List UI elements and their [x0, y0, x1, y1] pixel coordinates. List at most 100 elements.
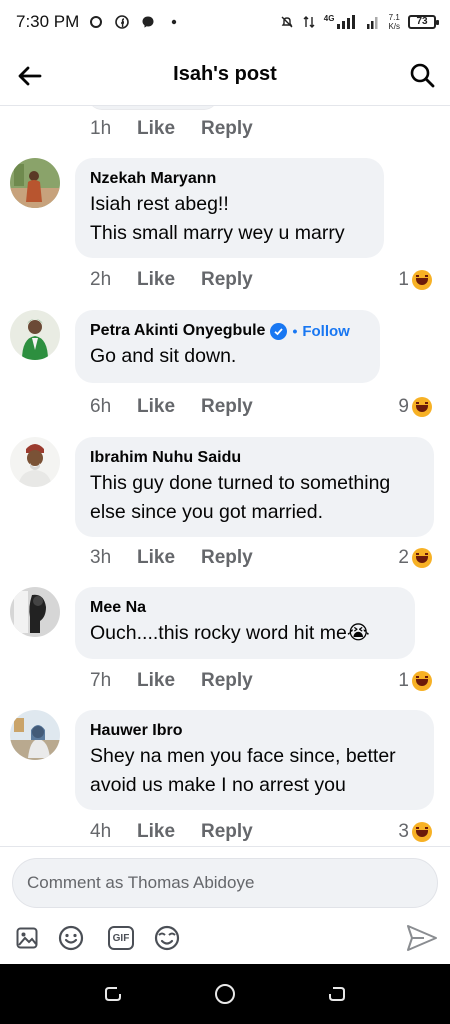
- avatar-image: [10, 710, 60, 760]
- dot-icon: [172, 19, 177, 25]
- reply-button[interactable]: Reply: [201, 118, 253, 140]
- like-button[interactable]: Like: [137, 547, 201, 569]
- recent-apps-icon: [105, 987, 121, 1001]
- back-button[interactable]: [14, 60, 46, 92]
- search-button[interactable]: [406, 59, 438, 91]
- follow-button[interactable]: Follow: [302, 323, 350, 340]
- reaction-count: 1: [398, 670, 409, 691]
- reaction-count: 1: [398, 269, 409, 290]
- signal-icon-2: [367, 17, 378, 29]
- avatar[interactable]: [10, 587, 60, 637]
- comment-time: 1h: [90, 118, 112, 139]
- comment-list[interactable]: 1h Like Reply Nzekah Maryann Isiah rest …: [0, 106, 450, 846]
- comment-actions: 1h Like Reply: [90, 117, 253, 141]
- system-navigation-bar: [0, 964, 450, 1024]
- comment-composer: GIF: [0, 846, 450, 964]
- comment-author[interactable]: Nzekah Maryann: [90, 168, 368, 190]
- post-header: Isah's post: [0, 44, 450, 106]
- comment-author[interactable]: Mee Na: [90, 597, 399, 619]
- comment-author[interactable]: Ibrahim Nuhu Saidu: [90, 447, 418, 469]
- comment-bubble[interactable]: Mee Na Ouch....this rocky word hit me😭: [75, 587, 415, 659]
- avatar-image: [10, 158, 60, 208]
- sticker-button[interactable]: [152, 923, 182, 953]
- comment-bubble[interactable]: Petra Akinti Onyegbule • Follow Go and s…: [75, 310, 380, 383]
- facebook-icon: [115, 15, 130, 29]
- reaction-summary[interactable]: 1: [398, 669, 432, 693]
- like-button[interactable]: Like: [137, 670, 201, 692]
- network-speed: 7.1 K/s: [388, 13, 400, 31]
- comment-actions: 4h Like Reply: [90, 820, 253, 844]
- reply-button[interactable]: Reply: [201, 670, 253, 692]
- gif-label: GIF: [112, 932, 130, 944]
- avatar-image: [10, 437, 60, 487]
- data-transfer-icon: [303, 16, 315, 28]
- avatar[interactable]: [10, 158, 60, 208]
- image-icon: [16, 927, 38, 949]
- comment-time: 3h: [90, 547, 112, 568]
- comment-time: 2h: [90, 269, 112, 290]
- comment-actions: 3h Like Reply: [90, 546, 253, 570]
- haha-reaction-icon: [412, 397, 432, 417]
- emoji-button[interactable]: [56, 923, 86, 953]
- comment-text-line: avoid us make I no arrest you: [90, 774, 346, 796]
- reaction-count: 2: [398, 547, 409, 568]
- reply-button[interactable]: Reply: [201, 547, 253, 569]
- comment-text-line: This guy done turned to something: [90, 472, 391, 494]
- reply-button[interactable]: Reply: [201, 821, 253, 843]
- comment-text-line: Shey na men you face since, better: [90, 745, 396, 767]
- avatar[interactable]: [10, 310, 60, 360]
- back-nav-icon: [329, 987, 345, 1001]
- comment-input[interactable]: [12, 858, 438, 908]
- status-time: 7:30 PM: [16, 12, 80, 31]
- comment-actions: 2h Like Reply: [90, 268, 253, 292]
- haha-reaction-icon: [412, 822, 432, 842]
- home-icon: [215, 984, 235, 1004]
- haha-reaction-icon: [412, 270, 432, 290]
- reply-button[interactable]: Reply: [201, 269, 253, 291]
- comment-text-line: Ouch....this rocky word hit me😭: [90, 622, 370, 644]
- comment-text-line: Isiah rest abeg!!: [90, 193, 229, 215]
- network-type: 4G: [323, 13, 335, 23]
- comment-text-line: This small marry wey u marry: [90, 222, 345, 244]
- avatar-image: [10, 587, 60, 637]
- reaction-summary[interactable]: 2: [398, 546, 432, 570]
- search-icon: [410, 63, 435, 88]
- like-button[interactable]: Like: [137, 118, 201, 140]
- status-notification-icons: [89, 15, 181, 29]
- haha-reaction-icon: [412, 671, 432, 691]
- send-icon: [407, 925, 437, 951]
- notifications-muted-icon: [281, 16, 293, 28]
- comment-time: 7h: [90, 670, 112, 691]
- status-bar: 7:30 PM 4G 7.1 K/s 73: [0, 0, 450, 44]
- send-button[interactable]: [404, 923, 440, 953]
- haha-reaction-icon: [412, 548, 432, 568]
- reaction-summary[interactable]: 1: [398, 268, 432, 292]
- reaction-summary[interactable]: 9: [398, 395, 432, 419]
- comment-bubble[interactable]: Ibrahim Nuhu Saidu This guy done turned …: [75, 437, 434, 537]
- like-button[interactable]: Like: [137, 396, 201, 418]
- reaction-count: 9: [398, 396, 409, 417]
- reply-button[interactable]: Reply: [201, 396, 253, 418]
- back-arrow-icon: [18, 66, 42, 86]
- gif-button[interactable]: GIF: [106, 923, 136, 953]
- network-speed-unit: K/s: [388, 22, 400, 31]
- messenger-icon: [142, 16, 154, 28]
- avatar[interactable]: [10, 437, 60, 487]
- avatar[interactable]: [10, 710, 60, 760]
- like-button[interactable]: Like: [137, 821, 201, 843]
- comment-author-row: Petra Akinti Onyegbule • Follow: [90, 320, 364, 342]
- add-photo-button[interactable]: [12, 923, 42, 953]
- back-nav-button[interactable]: [325, 982, 349, 1006]
- recent-apps-button[interactable]: [101, 982, 125, 1006]
- gif-icon: GIF: [108, 926, 134, 950]
- reaction-summary[interactable]: 3: [398, 820, 432, 844]
- home-button[interactable]: [213, 982, 237, 1006]
- comment-author[interactable]: Hauwer Ibro: [90, 720, 418, 742]
- sync-icon: [90, 16, 103, 28]
- comment-author[interactable]: Petra Akinti Onyegbule: [90, 322, 265, 340]
- sticker-icon: [154, 925, 180, 951]
- page-title: Isah's post: [173, 63, 277, 85]
- like-button[interactable]: Like: [137, 269, 201, 291]
- comment-bubble[interactable]: Hauwer Ibro Shey na men you face since, …: [75, 710, 434, 810]
- comment-bubble[interactable]: Nzekah Maryann Isiah rest abeg!! This sm…: [75, 158, 384, 258]
